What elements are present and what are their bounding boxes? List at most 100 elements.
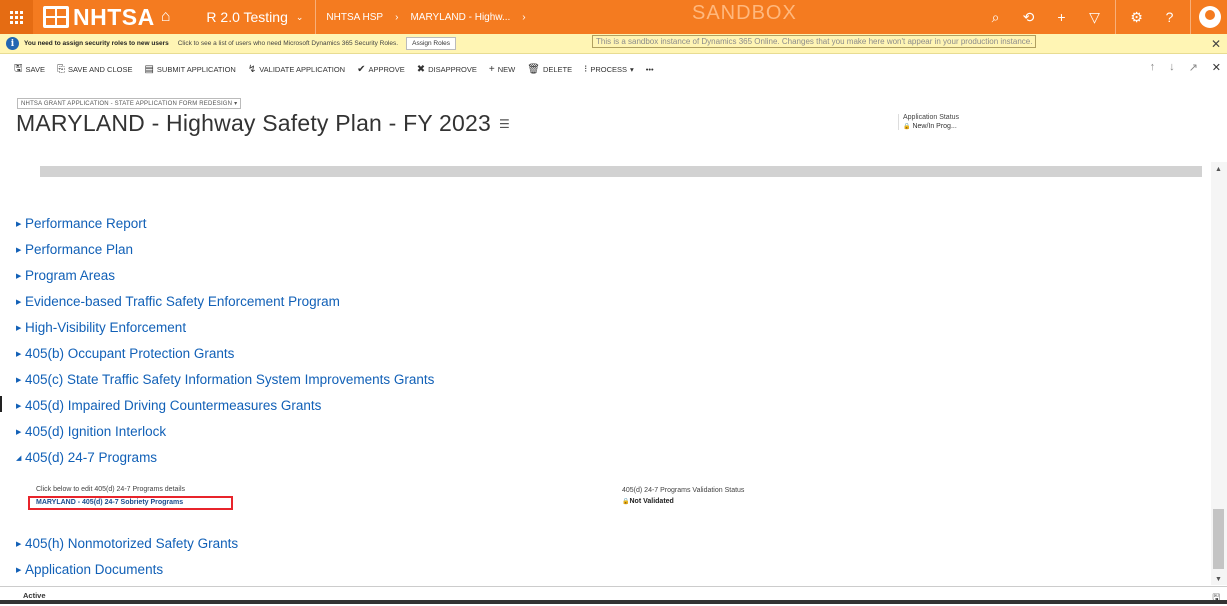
app-name-dropdown[interactable]: R 2.0 Testing ⌄ xyxy=(206,9,303,25)
section-label: Program Areas xyxy=(25,268,116,283)
delete-label: DELETE xyxy=(542,64,573,74)
top-nav-bar: NHTSA ⌂ R 2.0 Testing ⌄ NHTSA HSP › MARY… xyxy=(0,0,1227,34)
home-icon[interactable]: ⌂ xyxy=(161,8,171,26)
scroll-up-icon[interactable]: ▲ xyxy=(1215,166,1222,173)
plus-icon: + xyxy=(488,63,495,75)
caret-right-icon: ▶ xyxy=(16,324,22,332)
chevron-down-icon: ▾ xyxy=(234,101,238,107)
section-application-documents[interactable]: ▶ Application Documents xyxy=(16,562,163,577)
arrow-up-icon[interactable]: ↑ xyxy=(1150,61,1156,74)
focus-marker xyxy=(0,396,2,412)
save-icon: 🖫 xyxy=(14,62,23,74)
caret-right-icon: ▶ xyxy=(16,402,22,410)
section-405d-ignition-interlock[interactable]: ▶ 405(d) Ignition Interlock xyxy=(16,424,166,439)
nhtsa-logo-mark xyxy=(43,6,69,28)
bottom-edge xyxy=(0,600,1227,604)
status-label: Application Status xyxy=(903,114,960,121)
delete-button[interactable]: 🗑 DELETE xyxy=(527,64,572,75)
new-label: NEW xyxy=(497,64,516,74)
section-405d-24-7-programs[interactable]: ◢ 405(d) 24-7 Programs xyxy=(16,450,157,465)
notification-text[interactable]: Click to see a list of users who need Mi… xyxy=(178,40,398,47)
trash-icon: 🗑 xyxy=(527,63,540,75)
approve-icon: ✔ xyxy=(357,63,366,75)
record-title-text: MARYLAND - Highway Safety Plan - FY 2023 xyxy=(16,110,492,136)
filter-icon[interactable]: ▽ xyxy=(1078,9,1111,26)
caret-right-icon: ▶ xyxy=(16,220,22,228)
section-label: 405(h) Nonmotorized Safety Grants xyxy=(25,536,239,551)
section-label: High-Visibility Enforcement xyxy=(25,320,187,335)
nhtsa-logo[interactable]: NHTSA xyxy=(43,4,155,31)
section-405d-impaired-driving[interactable]: ▶ 405(d) Impaired Driving Countermeasures… xyxy=(16,398,321,413)
notification-bar: i You need to assign security roles to n… xyxy=(0,34,1227,54)
caret-right-icon: ▶ xyxy=(16,350,22,358)
caret-right-icon: ▶ xyxy=(16,428,22,436)
chevron-down-icon: ▾ xyxy=(630,64,634,74)
validate-application-button[interactable]: ↯ VALIDATE APPLICATION xyxy=(248,64,345,75)
section-label: 405(d) 24-7 Programs xyxy=(25,450,158,465)
list-menu-icon[interactable]: ☰ xyxy=(499,117,510,131)
approve-button[interactable]: ✔ APPROVE xyxy=(357,64,405,75)
save-and-close-button[interactable]: ⎘ SAVE AND CLOSE xyxy=(57,64,132,75)
section-label: Performance Plan xyxy=(25,242,134,257)
section-label: 405(c) State Traffic Safety Information … xyxy=(25,372,435,387)
scrollbar[interactable]: ▲ ▼ xyxy=(1211,162,1227,585)
process-icon: ⁝ xyxy=(584,63,588,75)
search-icon[interactable]: ⌕ xyxy=(979,9,1012,26)
edit-programs-label: Click below to edit 405(d) 24-7 Programs… xyxy=(36,486,186,493)
sandbox-label: SANDBOX xyxy=(692,2,797,24)
section-label: 405(d) Ignition Interlock xyxy=(25,424,167,439)
chevron-down-icon: ⌄ xyxy=(295,11,304,22)
process-button[interactable]: ⁝ PROCESS ▾ xyxy=(584,64,634,75)
command-bar: 🖫 SAVE ⎘ SAVE AND CLOSE ▤ SUBMIT APPLICATIO… xyxy=(0,58,1227,80)
popout-icon[interactable]: ↗ xyxy=(1189,61,1198,74)
nav-icon-group: ⌕ ⟲ + ▽ ⚙ ? xyxy=(979,0,1227,34)
new-button[interactable]: + NEW xyxy=(489,64,515,75)
scroll-thumb[interactable] xyxy=(1213,509,1224,569)
section-evidence-based-enforcement[interactable]: ▶ Evidence-based Traffic Safety Enforceme… xyxy=(16,294,340,309)
close-icon[interactable]: ✕ xyxy=(1211,37,1221,51)
scroll-down-icon[interactable]: ▼ xyxy=(1215,576,1222,583)
section-program-areas[interactable]: ▶ Program Areas xyxy=(16,268,115,283)
lock-icon: 🔒 xyxy=(903,124,911,130)
add-icon[interactable]: + xyxy=(1045,9,1078,25)
disapprove-button[interactable]: ✖ DISAPPROVE xyxy=(417,64,477,75)
section-performance-plan[interactable]: ▶ Performance Plan xyxy=(16,242,133,257)
app-launcher-icon[interactable] xyxy=(0,0,33,34)
sandbox-message: This is a sandbox instance of Dynamics 3… xyxy=(592,35,1037,48)
sobriety-programs-link[interactable]: MARYLAND - 405(d) 24-7 Sobriety Programs xyxy=(28,496,233,510)
section-405c-information-system[interactable]: ▶ 405(c) State Traffic Safety Information… xyxy=(16,372,434,387)
iframe-placeholder xyxy=(40,166,1202,177)
breadcrumb-item-record[interactable]: MARYLAND - Highw... xyxy=(410,12,510,23)
section-high-visibility-enforcement[interactable]: ▶ High-Visibility Enforcement xyxy=(16,320,186,335)
history-icon[interactable]: ⟲ xyxy=(1012,9,1045,26)
form-selector[interactable]: NHTSA GRANT APPLICATION - STATE APPLICAT… xyxy=(17,98,242,109)
close-record-icon[interactable]: ✕ xyxy=(1212,61,1221,74)
approve-label: APPROVE xyxy=(368,64,405,74)
more-commands-button[interactable]: ••• xyxy=(646,65,654,74)
help-icon[interactable]: ? xyxy=(1153,9,1186,25)
assign-roles-button[interactable]: Assign Roles xyxy=(406,37,457,50)
validation-status-value: 🔒Not Validated xyxy=(622,498,674,505)
arrow-down-icon[interactable]: ↓ xyxy=(1169,61,1175,74)
nav-divider xyxy=(315,0,317,34)
form-selector-label: NHTSA GRANT APPLICATION - STATE APPLICAT… xyxy=(21,101,233,107)
settings-icon[interactable]: ⚙ xyxy=(1120,9,1153,26)
breadcrumb-item-hsp[interactable]: NHTSA HSP xyxy=(326,12,383,23)
section-405b-occupant-protection[interactable]: ▶ 405(b) Occupant Protection Grants xyxy=(16,346,234,361)
caret-right-icon: ▶ xyxy=(16,376,22,384)
record-nav-group: ↑ ↓ ↗ ✕ xyxy=(1150,61,1221,74)
submit-application-button[interactable]: ▤ SUBMIT APPLICATION xyxy=(144,64,235,75)
section-performance-report[interactable]: ▶ Performance Report xyxy=(16,216,147,231)
save-button[interactable]: 🖫 SAVE xyxy=(14,61,45,78)
section-405h-nonmotorized[interactable]: ▶ 405(h) Nonmotorized Safety Grants xyxy=(16,536,238,551)
user-avatar[interactable] xyxy=(1199,6,1221,28)
caret-right-icon: ▶ xyxy=(16,272,22,280)
info-icon: i xyxy=(6,37,19,50)
validate-application-label: VALIDATE APPLICATION xyxy=(259,64,346,74)
save-and-close-label: SAVE AND CLOSE xyxy=(67,64,133,74)
nav-divider xyxy=(1115,0,1116,34)
chevron-right-icon: › xyxy=(395,11,399,23)
chevron-right-icon: › xyxy=(522,11,526,23)
section-label: Evidence-based Traffic Safety Enforcemen… xyxy=(25,294,340,309)
status-value: 🔒 New/In Prog... xyxy=(903,123,959,130)
